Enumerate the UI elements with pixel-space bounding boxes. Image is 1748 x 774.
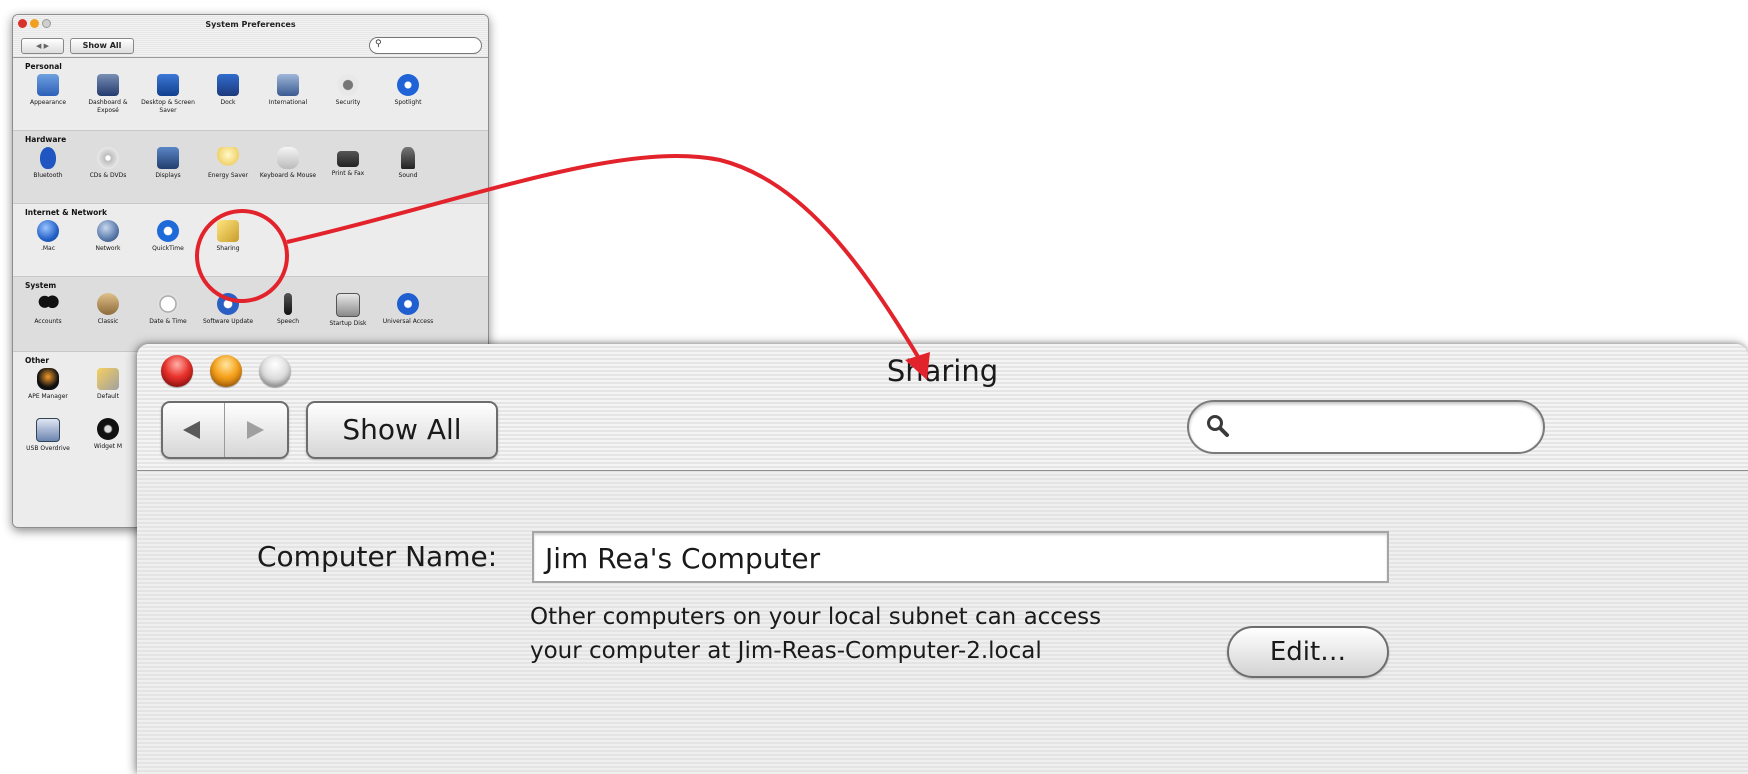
accounts-icon	[37, 293, 59, 315]
quicktime-icon	[157, 220, 179, 242]
computer-name-field[interactable]: Jim Rea's Computer	[532, 531, 1389, 583]
print-fax-icon	[337, 151, 359, 167]
sharing-toolbar: Sharing Show All	[137, 344, 1748, 471]
keyboard-mouse-icon	[277, 147, 299, 169]
displays-icon	[157, 147, 179, 169]
pref-item-sound[interactable]: Sound	[378, 147, 438, 180]
pref-item-energy-saver[interactable]: Energy Saver	[198, 147, 258, 180]
pref-item-date-time[interactable]: Date & Time	[138, 293, 198, 326]
speech-icon	[284, 293, 292, 315]
appearance-icon	[37, 74, 59, 96]
pref-item-desktop-screensaver[interactable]: Desktop & Screen Saver	[138, 74, 198, 115]
prefs-section-hardware: Hardware Bluetooth CDs & DVDs Displays E…	[13, 131, 488, 204]
search-icon	[1207, 415, 1229, 437]
back-arrow-icon	[183, 421, 200, 439]
security-icon	[337, 74, 359, 96]
pref-item-bluetooth[interactable]: Bluetooth	[18, 147, 78, 180]
pref-item-software-update[interactable]: Software Update	[198, 293, 258, 326]
prefs-show-all-button[interactable]: Show All	[70, 38, 134, 54]
date-time-icon	[157, 293, 179, 315]
local-subnet-info-line1: Other computers on your local subnet can…	[530, 604, 1102, 630]
show-all-button[interactable]: Show All	[306, 401, 498, 459]
pref-item-dotmac[interactable]: .Mac	[18, 220, 78, 253]
pref-item-spotlight[interactable]: Spotlight	[378, 74, 438, 107]
back-forward-control	[161, 401, 289, 459]
pref-item-startup-disk[interactable]: Startup Disk	[318, 293, 378, 328]
edit-button[interactable]: Edit…	[1227, 626, 1389, 678]
section-title: Personal	[25, 62, 62, 71]
universal-access-icon	[397, 293, 419, 315]
pref-item-classic[interactable]: Classic	[78, 293, 138, 326]
section-title: Internet & Network	[25, 208, 107, 217]
default-icon	[97, 368, 119, 390]
sharing-icon	[217, 220, 239, 242]
pref-item-international[interactable]: International	[258, 74, 318, 107]
energy-saver-icon	[217, 147, 239, 169]
pref-item-ape-manager[interactable]: APE Manager	[18, 368, 78, 401]
pref-item-cds-dvds[interactable]: CDs & DVDs	[78, 147, 138, 180]
software-update-icon	[217, 293, 239, 315]
pref-item-dashboard-expose[interactable]: Dashboard & Exposé	[78, 74, 138, 115]
pref-item-quicktime[interactable]: QuickTime	[138, 220, 198, 253]
forward-arrow-icon	[247, 421, 264, 439]
pref-item-universal-access[interactable]: Universal Access	[378, 293, 438, 326]
widget-manager-icon	[97, 418, 119, 440]
prefs-section-system: System Accounts Classic Date & Time Soft…	[13, 277, 488, 352]
pref-item-network[interactable]: Network	[78, 220, 138, 253]
sharing-window: Sharing Show All Computer Name: Jim Rea'…	[137, 344, 1748, 774]
dock-icon	[217, 74, 239, 96]
usb-overdrive-icon	[36, 418, 60, 442]
cd-dvd-icon	[97, 147, 119, 169]
computer-name-label: Computer Name:	[257, 540, 498, 573]
back-button[interactable]	[163, 403, 224, 457]
classic-icon	[97, 293, 119, 315]
section-title: Hardware	[25, 135, 67, 144]
pref-item-usb-overdrive[interactable]: USB Overdrive	[18, 418, 78, 453]
section-title: System	[25, 281, 57, 290]
startup-disk-icon	[336, 293, 360, 317]
pref-item-default[interactable]: Default	[78, 368, 138, 401]
pref-item-keyboard-mouse[interactable]: Keyboard & Mouse	[258, 147, 318, 180]
prefs-window-title: System Preferences	[205, 20, 296, 29]
window-title: Sharing	[886, 354, 999, 388]
pref-item-appearance[interactable]: Appearance	[18, 74, 78, 107]
bluetooth-icon	[40, 147, 56, 169]
prefs-search-field[interactable]: ⚲	[369, 37, 482, 54]
forward-button[interactable]	[225, 403, 287, 457]
pref-item-security[interactable]: Security	[318, 74, 378, 107]
pref-item-speech[interactable]: Speech	[258, 293, 318, 326]
dashboard-expose-icon	[97, 74, 119, 96]
computer-name-value: Jim Rea's Computer	[545, 542, 821, 575]
ape-manager-icon	[37, 368, 59, 390]
prefs-back-forward-buttons[interactable]: ◀ ▶	[21, 38, 64, 54]
dotmac-icon	[37, 220, 59, 242]
search-icon: ⚲	[375, 39, 382, 49]
prefs-section-internet-network: Internet & Network .Mac Network QuickTim…	[13, 204, 488, 277]
section-title: Other	[25, 356, 50, 365]
network-icon	[97, 220, 119, 242]
desktop-screensaver-icon	[157, 74, 179, 96]
prefs-toolbar: System Preferences ◀ ▶ Show All ⚲	[13, 15, 488, 58]
pref-item-sharing[interactable]: Sharing	[198, 220, 258, 253]
pref-item-accounts[interactable]: Accounts	[18, 293, 78, 326]
local-subnet-info-line2: your computer at Jim-Reas-Computer-2.loc…	[530, 638, 1042, 664]
prefs-section-personal: Personal Appearance Dashboard & Exposé D…	[13, 58, 488, 131]
pref-item-widget-manager[interactable]: Widget M	[78, 418, 138, 451]
pref-item-dock[interactable]: Dock	[198, 74, 258, 107]
pref-item-displays[interactable]: Displays	[138, 147, 198, 180]
pref-item-print-fax[interactable]: Print & Fax	[318, 147, 378, 178]
international-icon	[277, 74, 299, 96]
sound-icon	[401, 147, 415, 169]
search-input[interactable]	[1187, 400, 1545, 454]
spotlight-icon	[397, 74, 419, 96]
